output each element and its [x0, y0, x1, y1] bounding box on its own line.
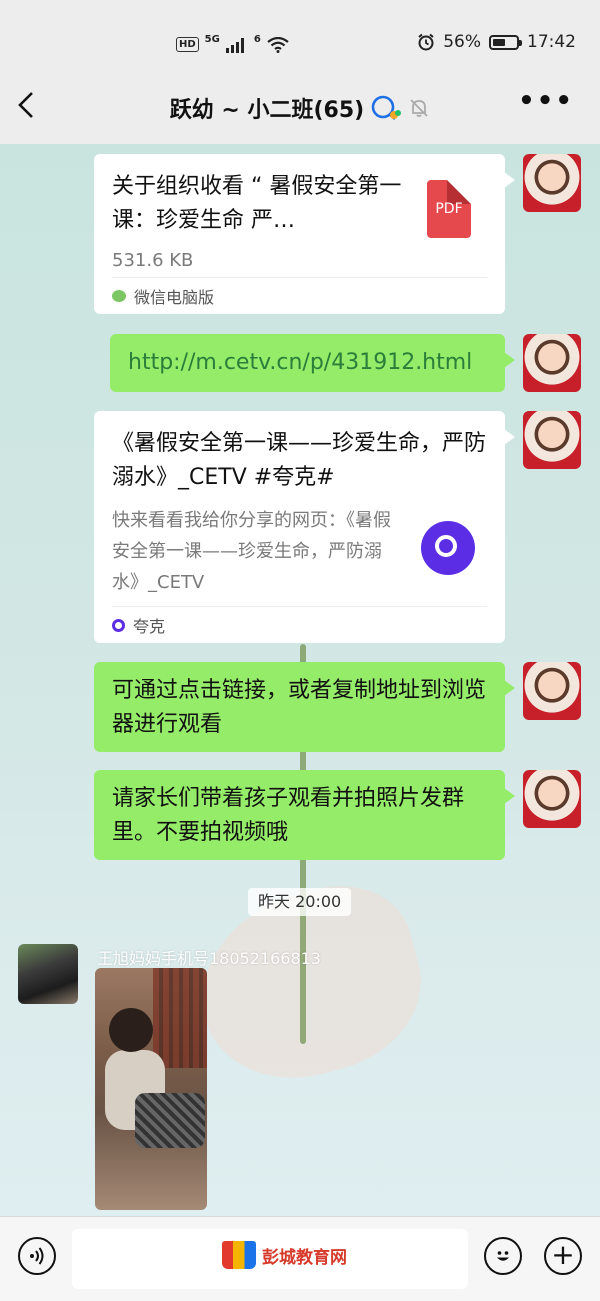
message-timestamp: 昨天 20:00 [248, 888, 352, 916]
link-text[interactable]: http://m.cetv.cn/p/431912.html [128, 350, 472, 375]
signal-icon [225, 37, 244, 53]
file-size: 531.6 KB [112, 250, 194, 271]
mute-bell-icon [410, 99, 428, 117]
voice-input-button[interactable] [18, 1237, 56, 1275]
file-title: 关于组织收看 “ 暑假安全第一课：珍爱生命 严… [112, 174, 402, 233]
quark-app-icon [421, 521, 475, 575]
more-actions-button[interactable]: + [544, 1237, 582, 1275]
alarm-icon [418, 33, 434, 51]
wifi-label: 6 [253, 34, 261, 45]
my-avatar[interactable] [523, 334, 581, 392]
plus-icon: + [551, 1238, 575, 1271]
chat-title-text: 跃幼 ~ 小二班(65) [169, 98, 365, 123]
sender-avatar[interactable] [18, 944, 78, 1004]
wechat-icon [112, 290, 126, 302]
network-indicators: HD 5G 6 [176, 34, 289, 55]
battery-icon [489, 34, 522, 50]
more-icon[interactable]: ••• [518, 86, 574, 116]
share-source-label: 夸克 [133, 617, 166, 636]
voice-icon [30, 1247, 44, 1265]
emoji-button[interactable] [484, 1237, 522, 1275]
share-message-card[interactable]: 《暑假安全第一课——珍爱生命，严防溺水》_CETV #夸克# 快来看看我给你分享… [94, 411, 515, 643]
file-source: 微信电脑版 [112, 277, 487, 314]
photo-background [153, 968, 207, 1068]
message-text: 请家长们带着孩子观看并拍照片发群里。不要拍视频哦 [112, 786, 465, 845]
battery-fill [493, 38, 506, 46]
watermark-logo: 彭城教育网 [222, 1241, 347, 1269]
photo-child-head [109, 1008, 153, 1052]
link-message-bubble[interactable]: http://m.cetv.cn/p/431912.html [110, 334, 515, 392]
wifi-icon [267, 36, 289, 53]
system-indicators: 56% 17:42 [417, 32, 576, 52]
hd-badge: HD [176, 37, 199, 52]
my-avatar[interactable] [523, 770, 581, 828]
text-message-bubble[interactable]: 请家长们带着孩子观看并拍照片发群里。不要拍视频哦 [94, 770, 515, 860]
quark-icon [112, 618, 125, 632]
sender-name: 王旭妈妈手机号18052166813 [97, 949, 321, 968]
file-source-label: 微信电脑版 [134, 288, 215, 307]
text-message-bubble[interactable]: 可通过点击链接，或者复制地址到浏览器进行观看 [94, 662, 515, 752]
watermark-text: 彭城教育网 [262, 1247, 347, 1268]
status-bar: HD 5G 6 56% 17:42 [0, 0, 600, 72]
smiley-icon [497, 1251, 509, 1261]
my-avatar[interactable] [523, 662, 581, 720]
book-logo-icon [222, 1241, 256, 1269]
photo-message[interactable] [95, 968, 207, 1210]
photo-child-pants [135, 1093, 205, 1148]
chat-header: 跃幼 ~ 小二班(65) ••• [0, 72, 600, 144]
signal-label: 5G [204, 34, 220, 45]
clock: 17:42 [527, 32, 576, 52]
chat-title[interactable]: 跃幼 ~ 小二班(65) [0, 92, 600, 124]
input-bar: 彭城教育网 + [0, 1216, 600, 1301]
share-title: 《暑假安全第一课——珍爱生命，严防溺水》_CETV #夸克# [112, 431, 487, 490]
battery-percent: 56% [443, 32, 481, 52]
file-message-card[interactable]: 关于组织收看 “ 暑假安全第一课：珍爱生命 严… PDF 531.6 KB 微信… [94, 154, 515, 314]
message-input[interactable]: 彭城教育网 [72, 1229, 468, 1289]
pdf-file-icon: PDF [427, 180, 471, 238]
share-source: 夸克 [112, 606, 487, 643]
group-chat-icon [371, 95, 402, 120]
message-text: 可通过点击链接，或者复制地址到浏览器进行观看 [112, 678, 487, 737]
chat-area[interactable]: 关于组织收看 “ 暑假安全第一课：珍爱生命 严… PDF 531.6 KB 微信… [0, 144, 600, 1216]
share-description: 快来看看我给你分享的网页：《暑假安全第一课——珍爱生命，严防溺水》_CETV [112, 510, 391, 593]
my-avatar[interactable] [523, 154, 581, 212]
my-avatar[interactable] [523, 411, 581, 469]
